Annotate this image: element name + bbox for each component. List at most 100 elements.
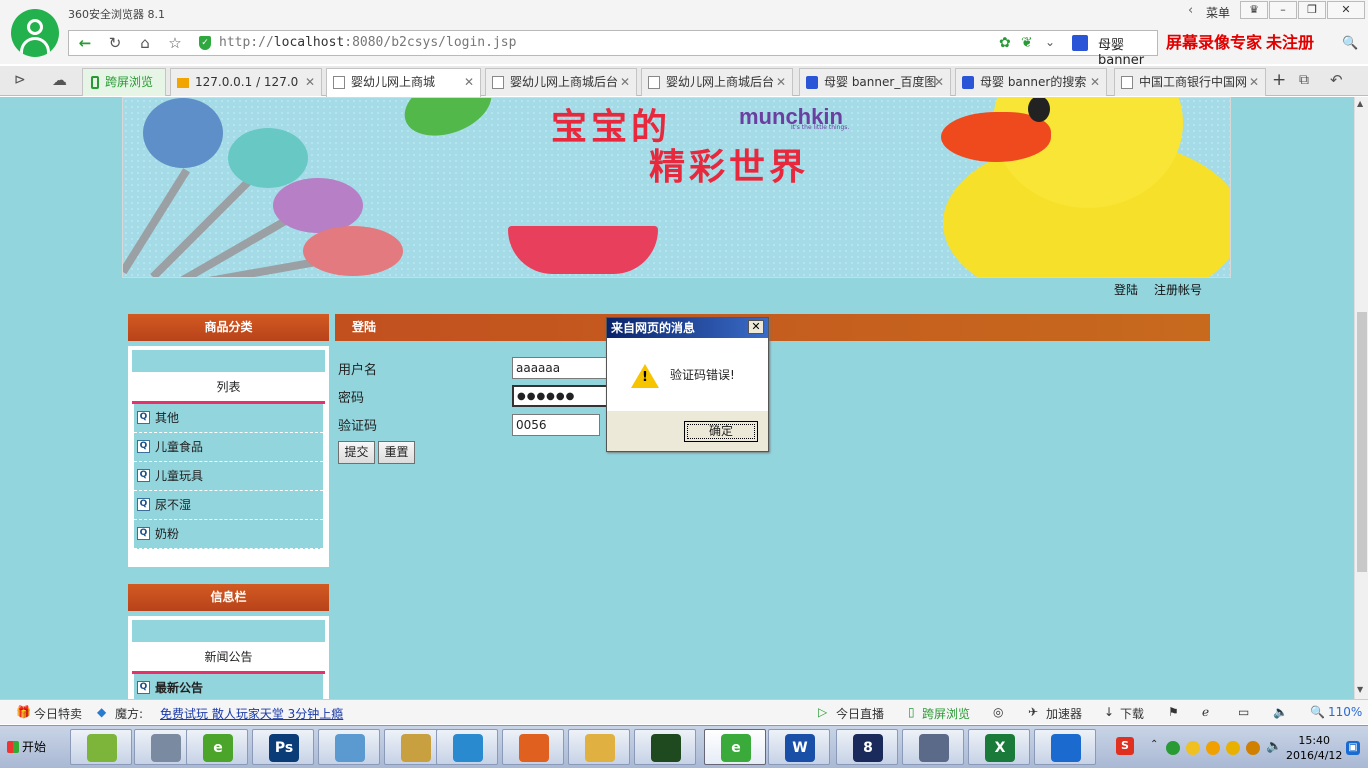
- close-window-button[interactable]: ✕: [1327, 1, 1365, 19]
- qq-icon[interactable]: [1246, 741, 1260, 755]
- search-box[interactable]: 母婴 banner: [1098, 34, 1157, 68]
- flag-icon[interactable]: ⚑: [1168, 705, 1179, 719]
- tab-list-icon[interactable]: ⧉: [1299, 72, 1309, 88]
- gift-icon[interactable]: 🎁: [16, 705, 31, 719]
- baidu-paw-icon[interactable]: [1072, 35, 1088, 51]
- sogou-icon[interactable]: S: [1116, 737, 1134, 755]
- zoom-level[interactable]: 110%: [1328, 705, 1362, 719]
- taskbar-app-button[interactable]: W: [768, 729, 830, 765]
- qq-icon[interactable]: [1226, 741, 1240, 755]
- register-link[interactable]: 注册帐号: [1154, 283, 1202, 297]
- tab-baidu-search[interactable]: 母婴 banner的搜索 ✕: [955, 68, 1107, 96]
- captcha-input[interactable]: 0056: [512, 414, 600, 436]
- security-shield-icon[interactable]: ✓: [199, 36, 211, 50]
- category-item[interactable]: Q 奶粉: [134, 520, 323, 549]
- close-tab-icon[interactable]: ✕: [776, 69, 786, 95]
- skin-icon[interactable]: ♛: [1240, 1, 1268, 19]
- back-icon[interactable]: ←: [71, 31, 99, 55]
- ie-icon[interactable]: ℯ: [1202, 705, 1209, 719]
- menu-button[interactable]: 菜单: [1206, 4, 1230, 21]
- close-tab-icon[interactable]: ✕: [620, 69, 630, 95]
- tab-admin-1[interactable]: 婴幼儿网上商城后台 ✕: [485, 68, 637, 96]
- search-icon[interactable]: 🔍: [1342, 36, 1358, 51]
- tray-app-icon[interactable]: [1166, 741, 1180, 755]
- category-item[interactable]: Q 其他: [134, 404, 323, 433]
- minimize-button[interactable]: –: [1269, 1, 1297, 19]
- taskbar-app-button[interactable]: e: [704, 729, 766, 765]
- ad-link[interactable]: 免费试玩 散人玩家天堂 3分钟上瘾: [160, 705, 343, 722]
- dialog-close-button[interactable]: ✕: [748, 320, 764, 334]
- cloud-icon[interactable]: ☁: [52, 71, 67, 89]
- taskbar-app-button[interactable]: [318, 729, 380, 765]
- leaf-icon[interactable]: ❦: [1021, 35, 1033, 51]
- excel-icon: X: [985, 734, 1015, 762]
- volume-icon[interactable]: 🔈: [1273, 705, 1288, 719]
- taskbar-app-button[interactable]: Ps: [252, 729, 314, 765]
- url-field[interactable]: http://localhost:8080/b2csys/login.jsp: [219, 35, 516, 50]
- dialog-message: 验证码错误!: [670, 368, 735, 382]
- tab-active-store[interactable]: 婴幼儿网上商城 ✕: [326, 68, 481, 97]
- spoon-purple: [273, 178, 363, 233]
- close-tab-icon[interactable]: ✕: [305, 69, 315, 95]
- close-tab-icon[interactable]: ✕: [464, 69, 474, 95]
- taskbar-app-button[interactable]: [436, 729, 498, 765]
- taskbar-app-button[interactable]: [502, 729, 564, 765]
- tray-app-icon[interactable]: [1186, 741, 1200, 755]
- undo-close-icon[interactable]: ↶: [1330, 71, 1343, 89]
- taskbar-app-button[interactable]: [1034, 729, 1096, 765]
- close-tab-icon[interactable]: ✕: [1090, 69, 1100, 95]
- news-item[interactable]: Q 最新公告: [134, 674, 323, 699]
- tab-baidu-image[interactable]: 母婴 banner_百度图 ✕: [799, 68, 951, 96]
- tab-icbc[interactable]: 中国工商银行中国网 ✕: [1114, 68, 1266, 96]
- qq-icon[interactable]: [1206, 741, 1220, 755]
- folder-icon: [585, 734, 615, 762]
- accelerator-link[interactable]: 加速器: [1046, 705, 1082, 722]
- taskbar-app-button[interactable]: 8: [836, 729, 898, 765]
- category-item[interactable]: Q 儿童玩具: [134, 462, 323, 491]
- chevron-down-icon[interactable]: ⌄: [1045, 35, 1055, 49]
- page-scrollbar[interactable]: ▲ ▼: [1354, 97, 1368, 699]
- kuaping-link[interactable]: 跨屏浏览: [922, 705, 970, 722]
- tab-admin-2[interactable]: 婴幼儿网上商城后台 ✕: [641, 68, 793, 96]
- close-tab-icon[interactable]: ✕: [934, 69, 944, 95]
- store-banner: 宝宝的 munchkin It's the little things. 精彩世…: [122, 97, 1231, 278]
- dialog-ok-button[interactable]: 确定: [684, 421, 758, 442]
- taskbar-app-button[interactable]: [902, 729, 964, 765]
- taskbar-app-button[interactable]: e: [186, 729, 248, 765]
- history-icon[interactable]: ◎: [993, 705, 1003, 719]
- chevron-left-icon[interactable]: ‹: [1188, 3, 1193, 18]
- submit-button[interactable]: 提交: [338, 441, 375, 464]
- taskbar-app-button[interactable]: [634, 729, 696, 765]
- refresh-icon[interactable]: ↻: [101, 31, 129, 55]
- sidebar-toggle-icon[interactable]: ⊳: [14, 72, 26, 88]
- tray-expand-icon[interactable]: ⌃: [1150, 739, 1158, 750]
- download-link[interactable]: 下载: [1120, 705, 1144, 722]
- desktop-icon[interactable]: ▣: [1346, 741, 1360, 755]
- tab-kuaping[interactable]: 跨屏浏览: [82, 68, 166, 96]
- speed-icon[interactable]: ✿: [999, 35, 1011, 51]
- reset-button[interactable]: 重置: [378, 441, 415, 464]
- start-button[interactable]: 开始: [2, 732, 56, 762]
- scrollbar-thumb[interactable]: [1357, 312, 1367, 572]
- close-tab-icon[interactable]: ✕: [1249, 69, 1259, 95]
- new-tab-icon[interactable]: +: [1272, 70, 1286, 90]
- taskbar-app-button[interactable]: X: [968, 729, 1030, 765]
- favorite-star-icon[interactable]: ☆: [161, 31, 189, 55]
- login-link[interactable]: 登陆: [1114, 283, 1138, 297]
- taskbar-app-button[interactable]: [70, 729, 132, 765]
- speaker-icon[interactable]: 🔈: [1266, 739, 1282, 754]
- globe-icon: [453, 734, 483, 762]
- maximize-button[interactable]: ❐: [1298, 1, 1326, 19]
- deals-link[interactable]: 今日特卖: [34, 705, 82, 722]
- baidu-paw-icon: [806, 76, 818, 89]
- live-link[interactable]: 今日直播: [836, 705, 884, 722]
- clock[interactable]: 15:40 2016/4/12: [1286, 733, 1342, 763]
- category-item[interactable]: Q 尿不湿: [134, 491, 323, 520]
- dialog-title: 来自网页的消息: [607, 318, 768, 338]
- home-icon[interactable]: ⌂: [131, 31, 159, 55]
- user-avatar-icon[interactable]: [11, 9, 59, 57]
- category-item[interactable]: Q 儿童食品: [134, 433, 323, 462]
- taskbar-app-button[interactable]: [568, 729, 630, 765]
- window-icon[interactable]: ▭: [1238, 705, 1249, 719]
- tab-phpmyadmin[interactable]: 127.0.0.1 / 127.0 ✕: [170, 68, 322, 96]
